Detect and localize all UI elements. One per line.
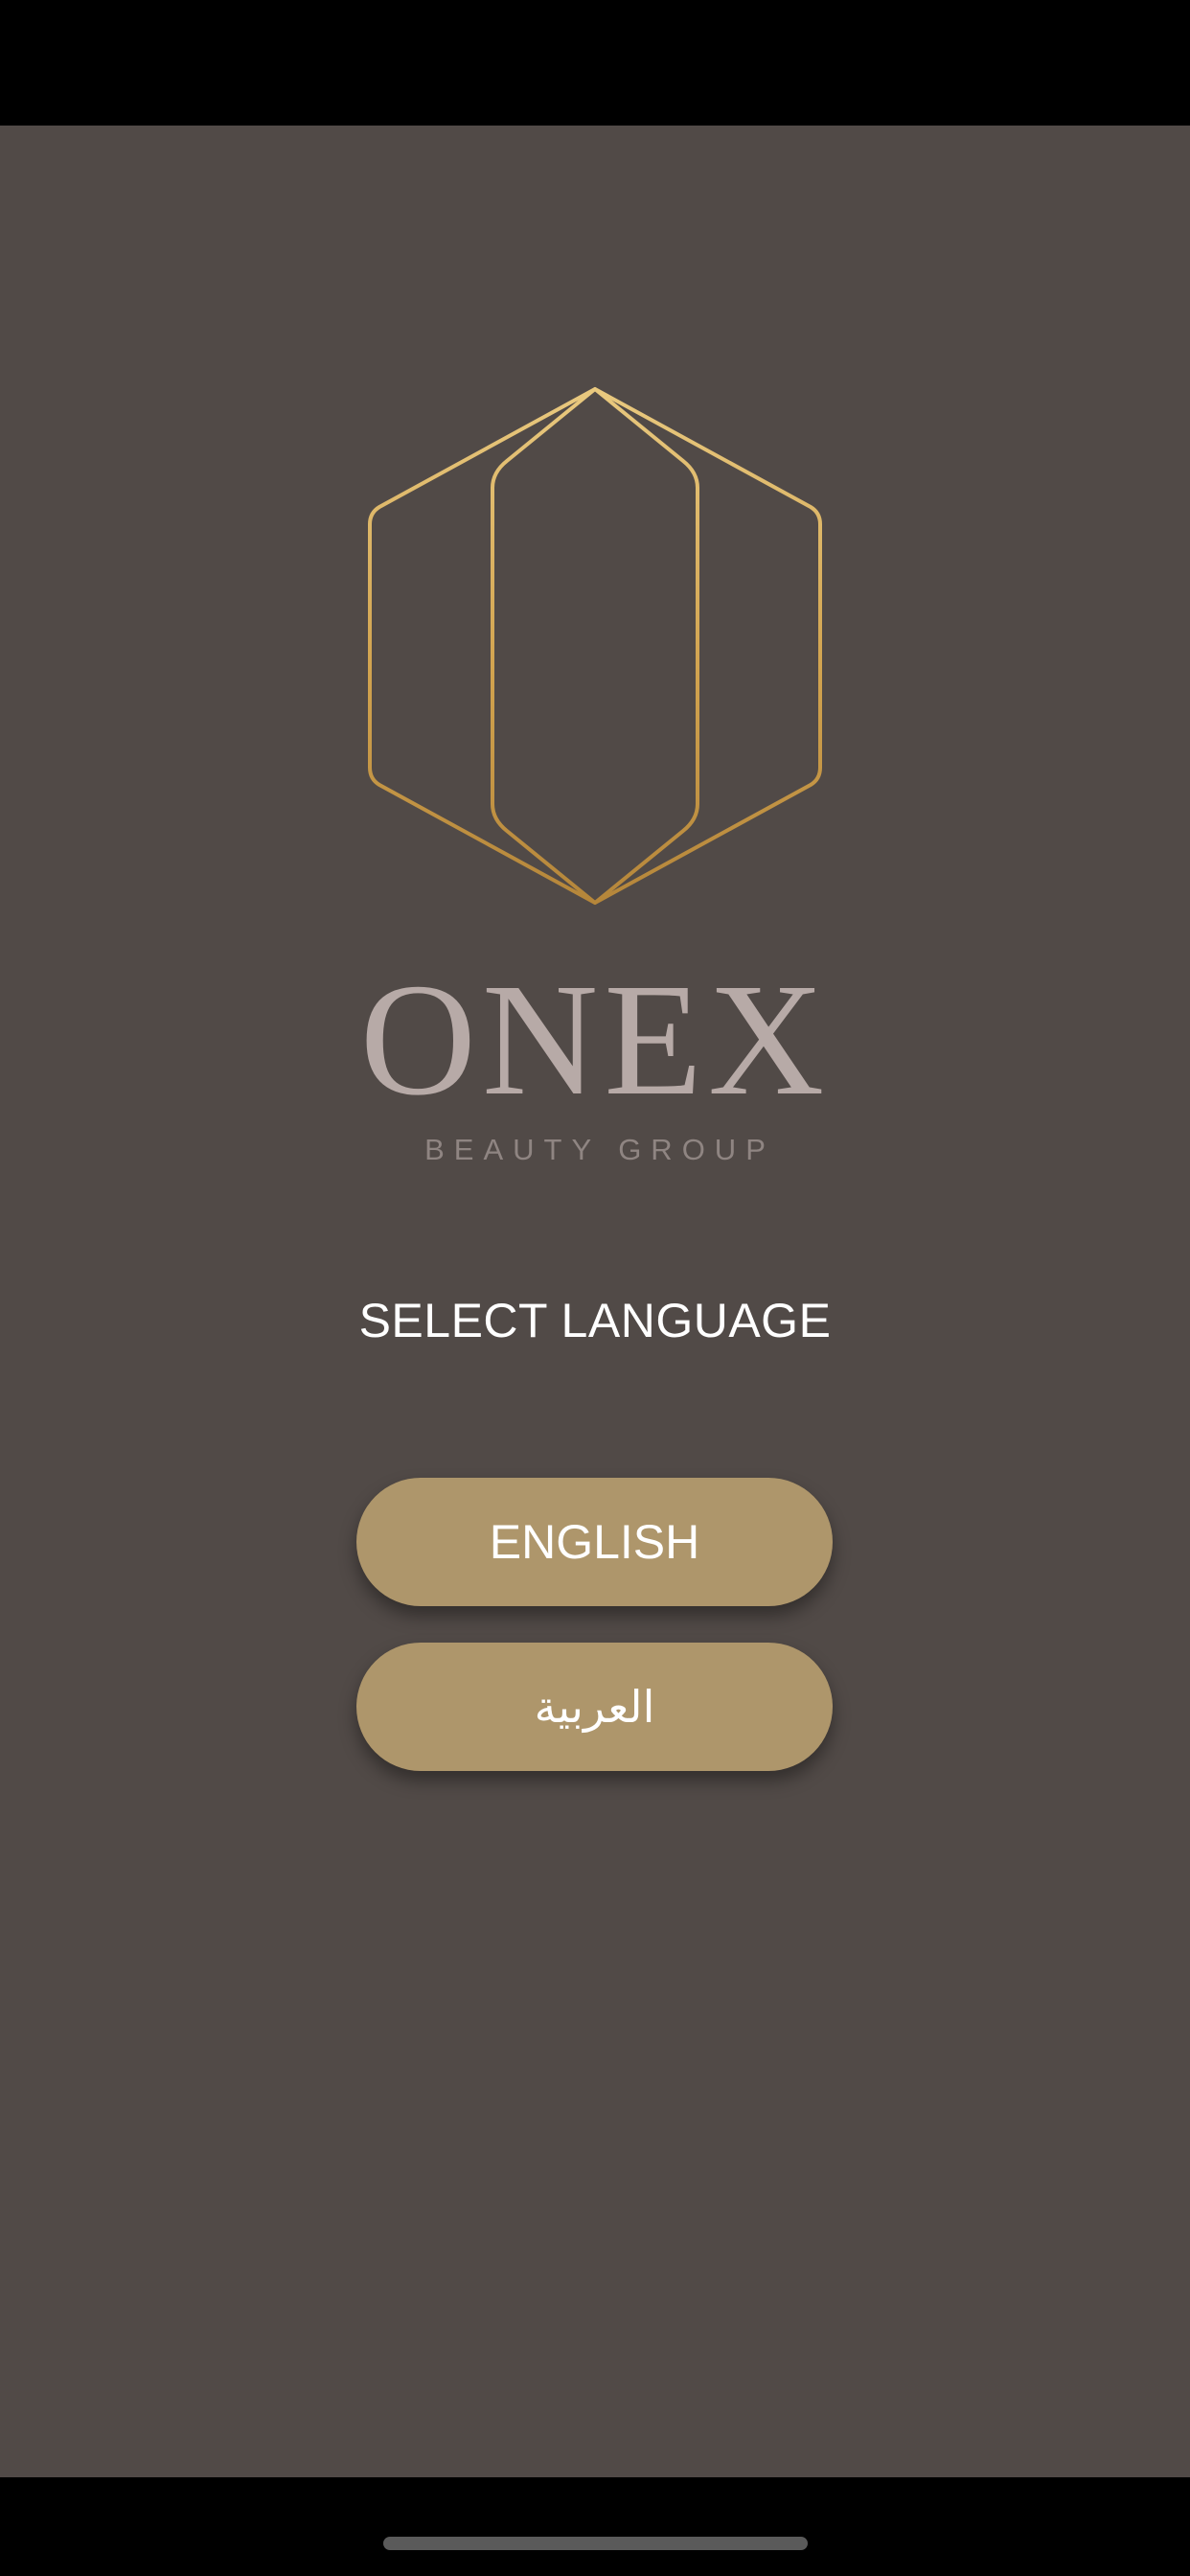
hexagon-lines-logo-icon: [368, 387, 822, 905]
english-language-button[interactable]: ENGLISH: [356, 1478, 833, 1606]
status-bar: [0, 0, 1190, 126]
arabic-language-button[interactable]: العربية: [356, 1643, 833, 1771]
english-button-label: ENGLISH: [489, 1515, 700, 1569]
brand-name: ONEX: [359, 951, 831, 1129]
select-language-heading: SELECT LANGUAGE: [358, 1294, 832, 1347]
brand-subtitle: BEAUTY GROUP: [424, 1133, 775, 1166]
home-indicator[interactable]: [383, 2537, 808, 2550]
arabic-button-label: العربية: [534, 1681, 655, 1733]
navigation-bar: [0, 2477, 1190, 2576]
